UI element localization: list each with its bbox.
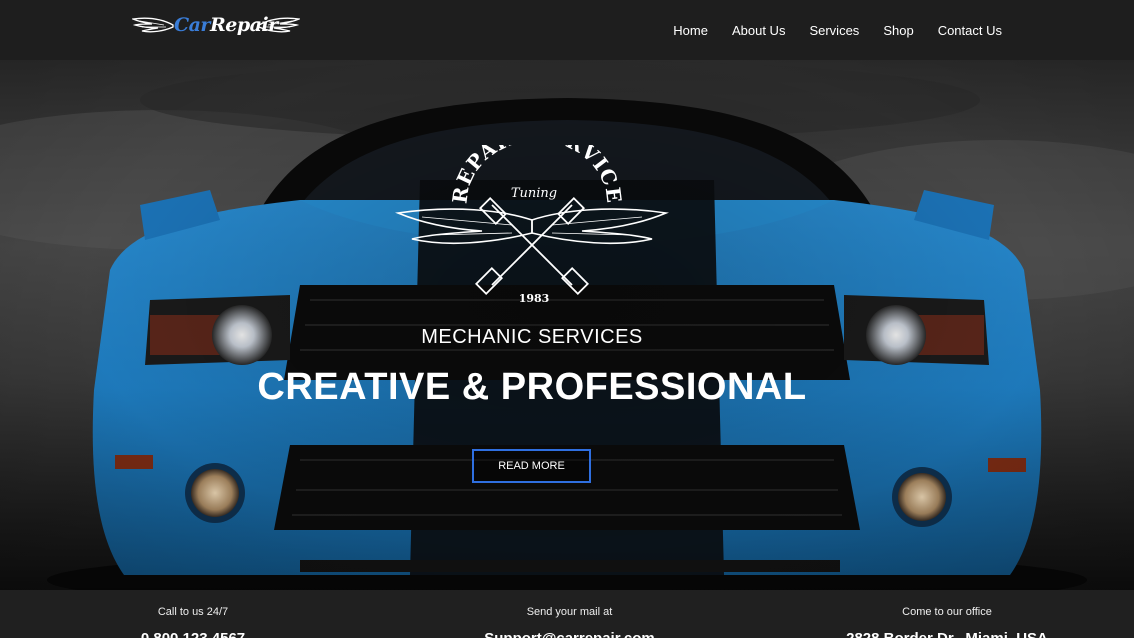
info-office-value: 2828 Border Dr., Miami, USA [836,630,1058,638]
info-email-value[interactable]: Support@carrepair.com [462,630,677,638]
nav-about-link[interactable]: About Us [732,23,785,38]
nav-home-link[interactable]: Home [673,23,708,38]
info-phone-value[interactable]: 0 800 123 4567 [88,630,298,638]
nav-shop-link[interactable]: Shop [883,23,913,38]
hero-subtitle: MECHANIC SERVICES [421,326,643,348]
info-office: Come to our office 2828 Border Dr., Miam… [836,590,1058,638]
car-repair-logo[interactable]: CarRepair [132,12,300,42]
wing-right-icon [258,17,300,33]
repair-service-emblem: REPAIR SERVICE Tuning 1983 [395,145,669,305]
main-nav: Home About Us Services Shop Contact Us [673,0,1002,60]
info-phone: Call to us 24/7 0 800 123 4567 [88,590,298,638]
nav-services-link[interactable]: Services [809,23,859,38]
wing-left-icon [132,17,174,33]
hero-title: CREATIVE & PROFESSIONAL [257,366,807,408]
info-email-label: Send your mail at [526,606,613,618]
svg-text:1983: 1983 [519,292,550,305]
read-more-button[interactable]: READ MORE [472,449,591,483]
info-email: Send your mail at Support@carrepair.com [462,590,677,638]
hero-dark-overlay [0,60,1134,590]
nav-contact-link[interactable]: Contact Us [938,23,1002,38]
svg-text:Tuning: Tuning [511,186,557,201]
contact-info-bar: Call to us 24/7 0 800 123 4567 Send your… [0,590,1134,638]
info-phone-label: Call to us 24/7 [157,606,229,618]
info-office-label: Come to our office [902,606,992,618]
hero-section: REPAIR SERVICE Tuning 1983 MECHANIC SERV… [0,60,1134,590]
top-navigation-bar: CarRepair Home About Us Services Shop Co… [0,0,1134,60]
